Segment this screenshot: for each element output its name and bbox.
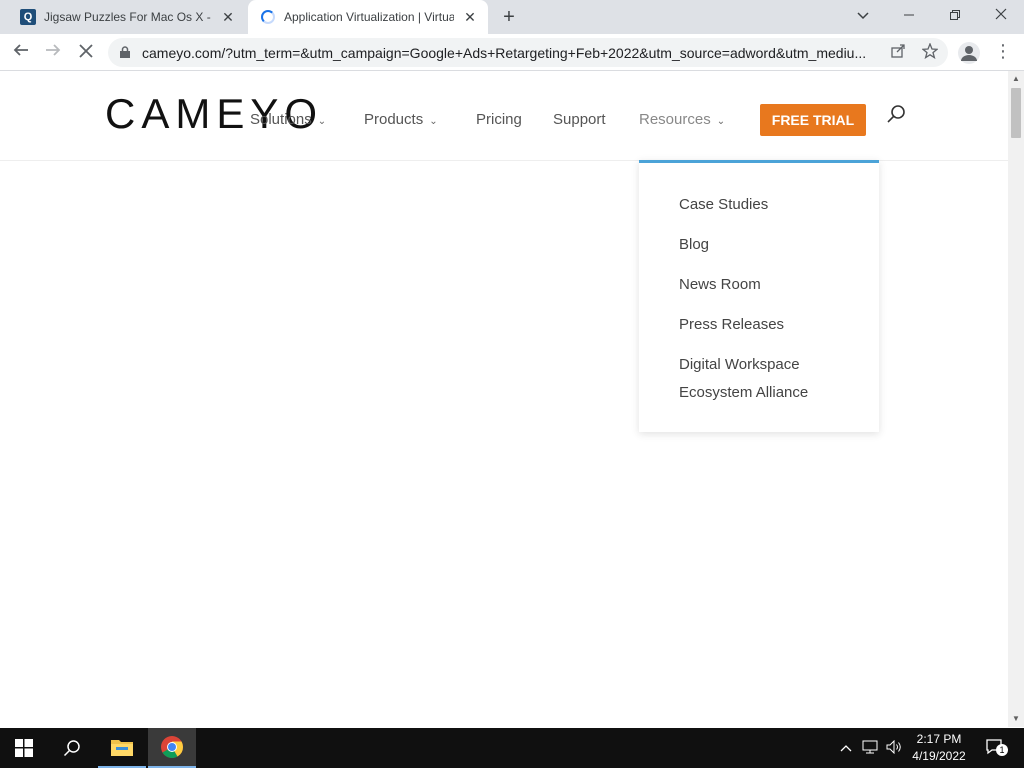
clock-date: 4/19/2022: [912, 749, 966, 763]
tab-title: Jigsaw Puzzles For Mac Os X - do: [44, 10, 214, 24]
scroll-down-arrow-icon[interactable]: ▼: [1008, 711, 1024, 727]
new-tab-button[interactable]: +: [498, 6, 520, 28]
menu-item-press-releases[interactable]: Press Releases: [679, 311, 869, 339]
close-window-button[interactable]: [978, 0, 1024, 32]
clock-time: 2:17 PM: [916, 732, 962, 746]
free-trial-button[interactable]: FREE TRIAL: [760, 104, 866, 136]
tab-search-chevron-icon[interactable]: [840, 0, 886, 32]
nav-label: Support: [553, 111, 606, 128]
q-square-icon: Q: [20, 9, 36, 25]
chevron-down-icon: ⌄: [716, 116, 726, 127]
nav-resources[interactable]: Resources ⌄: [639, 111, 725, 128]
notification-count-badge: 1: [996, 744, 1008, 756]
nav-label: Pricing: [476, 111, 522, 128]
page-scrollbar[interactable]: ▲ ▼: [1008, 71, 1024, 727]
forward-button[interactable]: [40, 40, 66, 66]
chevron-down-icon: ⌄: [429, 116, 438, 127]
lock-icon: [120, 46, 130, 58]
action-center-icon[interactable]: 1: [983, 738, 1008, 758]
search-icon[interactable]: [886, 103, 908, 125]
menu-item-blog[interactable]: Blog: [679, 231, 869, 259]
browser-tab-jigsaw[interactable]: Q Jigsaw Puzzles For Mac Os X - do ✕: [8, 0, 246, 34]
web-page: CAMEYO Solutions ⌄ Products ⌄ Pricing Supp…: [0, 71, 1008, 727]
profile-avatar-icon[interactable]: [958, 42, 980, 64]
address-bar[interactable]: cameyo.com/?utm_term=&utm_campaign=Googl…: [108, 38, 948, 67]
nav-support[interactable]: Support: [553, 111, 606, 128]
close-tab-icon[interactable]: ✕: [220, 9, 236, 25]
scroll-thumb[interactable]: [1011, 88, 1021, 138]
share-icon[interactable]: [888, 43, 908, 63]
folder-icon: [111, 740, 133, 756]
minimize-button[interactable]: [886, 0, 932, 32]
browser-menu-icon[interactable]: ⋮: [994, 41, 1012, 61]
windows-logo-icon: [15, 739, 33, 757]
chevron-down-icon: ⌄: [317, 116, 327, 127]
bookmark-star-icon[interactable]: [920, 42, 940, 63]
close-tab-icon[interactable]: ✕: [462, 9, 478, 25]
volume-icon[interactable]: [886, 739, 902, 756]
nav-label: Solutions: [250, 111, 312, 128]
url-text[interactable]: cameyo.com/?utm_term=&utm_campaign=Googl…: [142, 45, 882, 61]
network-icon[interactable]: [862, 740, 878, 756]
tab-title: Application Virtualization | Virtua: [284, 10, 454, 24]
resources-dropdown-menu: Case Studies Blog News Room Press Releas…: [639, 160, 879, 432]
nav-label: Resources: [639, 111, 711, 128]
chrome-taskbar-button[interactable]: [148, 728, 196, 768]
site-header: CAMEYO Solutions ⌄ Products ⌄ Pricing Supp…: [0, 71, 1008, 161]
menu-item-news-room[interactable]: News Room: [679, 271, 869, 299]
browser-toolbar: cameyo.com/?utm_term=&utm_campaign=Googl…: [0, 34, 1024, 71]
chrome-icon: [161, 736, 183, 758]
back-button[interactable]: [8, 40, 34, 66]
restore-button[interactable]: [932, 0, 978, 32]
nav-pricing[interactable]: Pricing: [476, 111, 522, 128]
windows-taskbar: 2:17 PM 4/19/2022 1: [0, 728, 1024, 768]
taskbar-search-button[interactable]: [48, 728, 96, 768]
search-icon: [63, 740, 80, 757]
menu-item-case-studies[interactable]: Case Studies: [679, 191, 869, 219]
file-explorer-button[interactable]: [98, 728, 146, 768]
browser-tab-cameyo[interactable]: Application Virtualization | Virtua ✕: [248, 0, 488, 34]
menu-item-digital-workspace-ecosystem-alliance[interactable]: Digital Workspace Ecosystem Alliance: [679, 351, 869, 407]
scroll-up-arrow-icon[interactable]: ▲: [1008, 71, 1024, 87]
nav-products[interactable]: Products ⌄: [364, 111, 438, 128]
show-hidden-icons-chevron-up-icon[interactable]: [838, 740, 854, 756]
browser-tab-strip: Q Jigsaw Puzzles For Mac Os X - do ✕ App…: [0, 0, 1024, 34]
start-button[interactable]: [0, 728, 48, 768]
nav-label: Products: [364, 111, 424, 128]
stop-loading-button[interactable]: [73, 40, 99, 66]
system-clock[interactable]: 2:17 PM 4/19/2022: [906, 731, 972, 765]
nav-solutions[interactable]: Solutions ⌄: [250, 111, 326, 128]
loading-spinner-icon: [260, 9, 276, 25]
